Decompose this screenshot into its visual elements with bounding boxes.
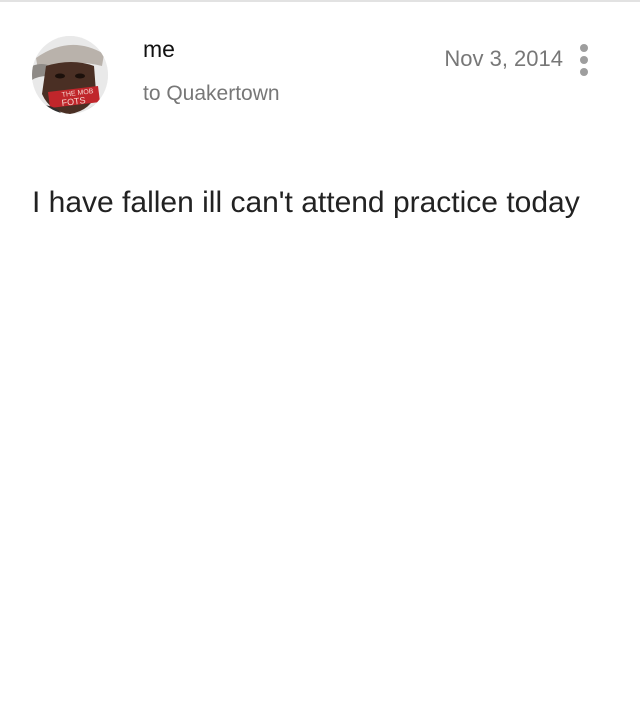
more-vert-icon[interactable]: [572, 40, 596, 80]
message-date: Nov 3, 2014: [444, 46, 563, 71]
recipient-line[interactable]: to Quakertown: [143, 81, 280, 107]
avatar[interactable]: THE MOB FOTS: [32, 36, 108, 114]
message-body: I have fallen ill can't attend practice …: [32, 186, 580, 219]
sender-name[interactable]: me: [143, 35, 175, 63]
more-dot: [580, 68, 588, 76]
more-dot: [580, 44, 588, 52]
top-divider: [0, 0, 640, 2]
more-dot: [580, 56, 588, 64]
avatar-photo: THE MOB FOTS: [32, 36, 108, 114]
